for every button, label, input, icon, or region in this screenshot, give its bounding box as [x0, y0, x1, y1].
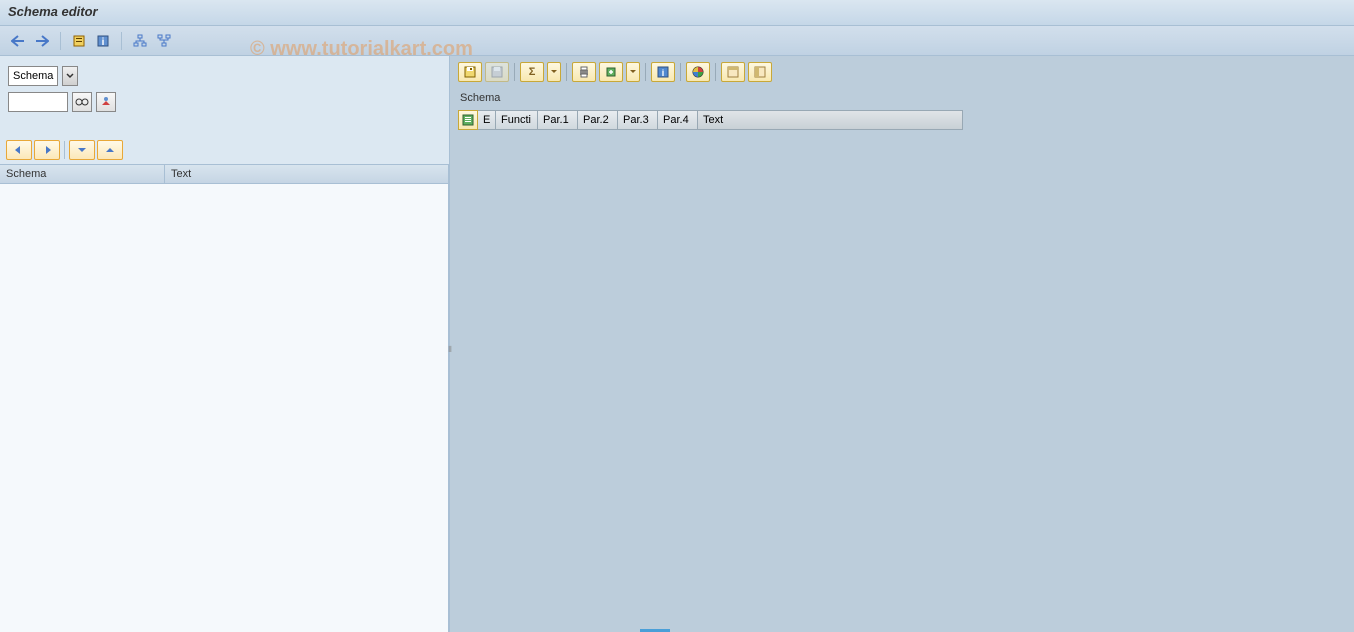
- save-disabled-button[interactable]: [485, 62, 509, 82]
- separator: [680, 63, 681, 81]
- column-header-schema[interactable]: Schema: [0, 165, 165, 183]
- info-button[interactable]: i: [93, 31, 113, 51]
- expand-button[interactable]: [69, 140, 95, 160]
- grid-header-par1[interactable]: Par.1: [538, 110, 578, 130]
- layout1-button[interactable]: [721, 62, 745, 82]
- sum-dropdown-button[interactable]: [547, 62, 561, 82]
- title-bar: Schema editor: [0, 0, 1354, 26]
- nav-next-button[interactable]: [34, 140, 60, 160]
- sum-button[interactable]: Σ: [520, 62, 544, 82]
- display-button[interactable]: [69, 31, 89, 51]
- grid-header-row: E Functi Par.1 Par.2 Par.3 Par.4 Text: [458, 110, 1346, 130]
- left-panel: Schema: [0, 56, 450, 632]
- main-toolbar: i: [0, 26, 1354, 56]
- schema-dropdown-label: Schema: [8, 66, 58, 86]
- left-table-body: [0, 184, 449, 632]
- hierarchy-button[interactable]: [130, 31, 150, 51]
- page-title: Schema editor: [8, 4, 98, 19]
- grid-header-e[interactable]: E: [478, 110, 496, 130]
- svg-text:i: i: [102, 37, 105, 48]
- separator: [715, 63, 716, 81]
- right-panel: ⦀ Σ: [450, 56, 1354, 632]
- column-header-text[interactable]: Text: [165, 165, 449, 183]
- find-icon-button[interactable]: [96, 92, 116, 112]
- separator: [645, 63, 646, 81]
- collapse-button[interactable]: [97, 140, 123, 160]
- color-button[interactable]: [686, 62, 710, 82]
- grid-header-par4[interactable]: Par.4: [658, 110, 698, 130]
- left-table-header: Schema Text: [0, 164, 449, 184]
- separator: [60, 32, 61, 50]
- save-button[interactable]: [458, 62, 482, 82]
- separator: [64, 141, 65, 159]
- grid-header-par2[interactable]: Par.2: [578, 110, 618, 130]
- grid-header-text[interactable]: Text: [698, 110, 963, 130]
- right-toolbar: Σ i: [450, 56, 1354, 88]
- splitter-handle[interactable]: ⦀: [446, 344, 454, 356]
- nav-prev-button[interactable]: [6, 140, 32, 160]
- forward-button[interactable]: [32, 31, 52, 51]
- print-button[interactable]: [572, 62, 596, 82]
- schema-dropdown-toggle[interactable]: [62, 66, 78, 86]
- schema-selector-area: Schema: [0, 56, 449, 136]
- info-blue-button[interactable]: i: [651, 62, 675, 82]
- back-button[interactable]: [8, 31, 28, 51]
- main-container: Schema: [0, 56, 1354, 632]
- schema-input[interactable]: [8, 92, 68, 112]
- separator: [566, 63, 567, 81]
- grid-header-par3[interactable]: Par.3: [618, 110, 658, 130]
- row-selector-button[interactable]: [458, 110, 478, 130]
- hierarchy-up-button[interactable]: [154, 31, 174, 51]
- export-button[interactable]: [599, 62, 623, 82]
- separator: [121, 32, 122, 50]
- separator: [514, 63, 515, 81]
- svg-text:i: i: [662, 68, 665, 78]
- glasses-icon-button[interactable]: [72, 92, 92, 112]
- nav-toolbar: [0, 136, 449, 164]
- grid-header-func[interactable]: Functi: [496, 110, 538, 130]
- export-dropdown-button[interactable]: [626, 62, 640, 82]
- layout2-button[interactable]: [748, 62, 772, 82]
- schema-section-label: Schema: [450, 88, 1354, 108]
